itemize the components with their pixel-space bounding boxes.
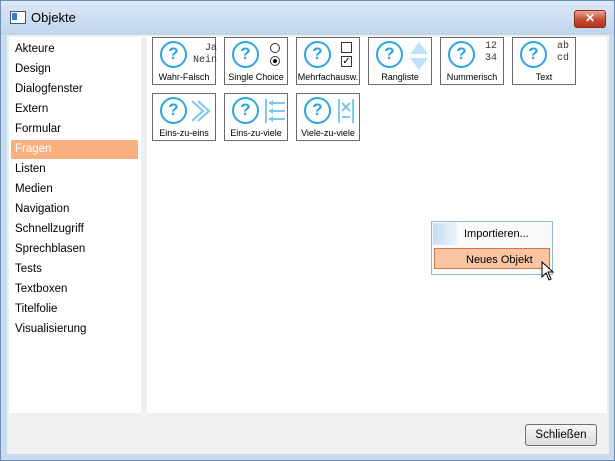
menu-item-importieren[interactable]: Importieren... (433, 223, 582, 245)
question-icon (160, 97, 187, 124)
dialog-body: Akteure Design Dialogfenster Extern Form… (7, 35, 609, 454)
menu-item-neues-objekt[interactable]: Neues Objekt (434, 248, 550, 269)
tile-eins-zu-viele[interactable]: Eins-zu-viele (224, 93, 288, 141)
true-false-icon: Ja Nein (193, 43, 218, 66)
ranking-icon (410, 42, 428, 70)
tile-label: Mehrfachausw. (297, 72, 359, 82)
window-title: Objekte (31, 10, 76, 25)
numeric-icon: 12 34 (485, 41, 498, 64)
sidebar-item-textboxen[interactable]: Textboxen (11, 280, 138, 299)
tile-rangliste[interactable]: Rangliste (368, 37, 432, 85)
close-button[interactable]: Schließen (525, 424, 597, 446)
tile-label: Eins-zu-viele (230, 128, 282, 138)
many-to-many-icon (338, 99, 354, 123)
mouse-cursor-icon (541, 261, 555, 281)
sidebar-item-listen[interactable]: Listen (11, 160, 138, 179)
tile-label: Nummerisch (446, 72, 498, 82)
tile-eins-zu-eins[interactable]: Eins-zu-eins (152, 93, 216, 141)
sidebar-item-design[interactable]: Design (11, 60, 138, 79)
title-bar[interactable]: Objekte ✕ (1, 1, 614, 35)
one-to-one-icon (191, 100, 211, 122)
sidebar-item-schnellzugriff[interactable]: Schnellzugriff (11, 220, 138, 239)
category-list: Akteure Design Dialogfenster Extern Form… (9, 37, 141, 413)
objects-dialog: Objekte ✕ Akteure Design Dialogfenster E… (0, 0, 615, 461)
tile-label: Viele-zu-viele (301, 128, 355, 138)
sidebar-item-visualisierung[interactable]: Visualisierung (11, 320, 138, 339)
close-window-button[interactable]: ✕ (574, 10, 606, 28)
tile-nummerisch[interactable]: 12 34 Nummerisch (440, 37, 504, 85)
sidebar-item-fragen[interactable]: Fragen (11, 140, 138, 159)
context-menu: Importieren... Neues Objekt (431, 221, 553, 275)
sidebar-item-medien[interactable]: Medien (11, 180, 138, 199)
tile-label: Wahr-Falsch (158, 72, 210, 82)
tile-mehrfachauswahl[interactable]: ✓ Mehrfachausw. (296, 37, 360, 85)
question-icon (376, 41, 403, 68)
sidebar-item-sprechblasen[interactable]: Sprechblasen (11, 240, 138, 259)
window-icon (10, 11, 26, 24)
question-icon (160, 41, 187, 68)
question-icon (304, 41, 331, 68)
question-icon (232, 97, 259, 124)
tile-viele-zu-viele[interactable]: Viele-zu-viele (296, 93, 360, 141)
sidebar-item-akteure[interactable]: Akteure (11, 40, 138, 59)
sidebar-item-tests[interactable]: Tests (11, 260, 138, 279)
text-icon: ab cd (557, 41, 570, 64)
question-icon (304, 97, 331, 124)
question-icon (520, 41, 547, 68)
tile-label: Text (535, 72, 553, 82)
sidebar-item-extern[interactable]: Extern (11, 100, 138, 119)
tile-label: Eins-zu-eins (159, 128, 209, 138)
tile-wahr-falsch[interactable]: Ja Nein Wahr-Falsch (152, 37, 218, 85)
tile-single-choice[interactable]: Single Choice (224, 37, 288, 85)
sidebar-item-titelfolie[interactable]: Titelfolie (11, 300, 138, 319)
sidebar-item-navigation[interactable]: Navigation (11, 200, 138, 219)
tile-label: Single Choice (228, 72, 284, 82)
question-icon (448, 41, 475, 68)
one-to-many-icon (265, 99, 285, 123)
tile-label: Rangliste (381, 72, 419, 82)
object-gallery: Ja Nein Wahr-Falsch Single Choice ✓ Mehr… (147, 37, 607, 413)
sidebar-item-formular[interactable]: Formular (11, 120, 138, 139)
tile-text[interactable]: ab cd Text (512, 37, 576, 85)
sidebar-item-dialogfenster[interactable]: Dialogfenster (11, 80, 138, 99)
question-icon (232, 41, 259, 68)
